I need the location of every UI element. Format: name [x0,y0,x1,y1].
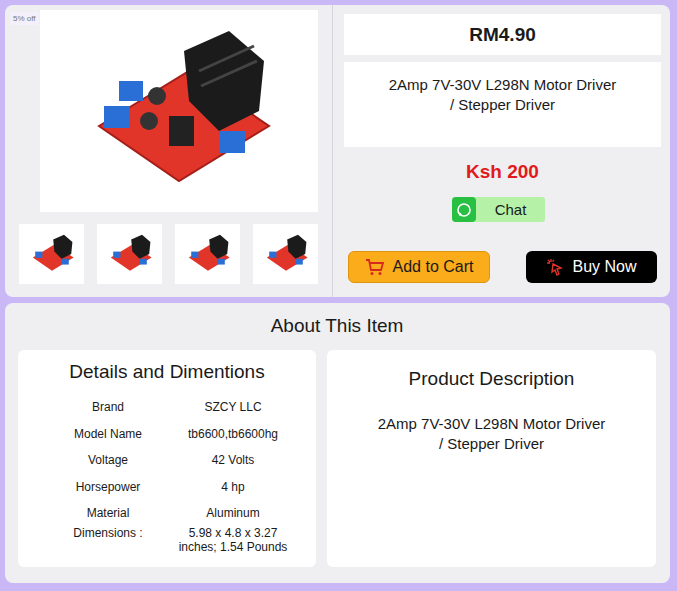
click-cursor-icon [546,258,564,276]
product-image[interactable]: 5% off [40,10,318,212]
section-title: About This Item [18,315,656,337]
thumbnail[interactable] [97,224,162,284]
local-price: Ksh 200 [344,161,661,183]
detail-label: Material [18,506,168,520]
motor-driver-board-icon [184,234,232,274]
details-card: Details and DimentionsBrandSZCY LLCModel… [18,350,316,567]
detail-value: 42 Volts [168,453,298,467]
discount-badge: 5% off [10,12,39,25]
detail-value: tb6600,tb6600hg [168,427,298,441]
divider [332,5,333,297]
product-page: 5% off RM4.90 2Amp 7V-30V L298N Motor Driv… [0,0,677,591]
cart-icon [365,258,385,276]
add-to-cart-button[interactable]: Add to Cart [348,251,490,283]
description-text: 2Amp 7V-30V L298N Motor Driver / Stepper… [377,414,607,453]
detail-value: 5.98 x 4.8 x 3.27 inches; 1.54 Pounds [168,526,298,555]
detail-row: BrandSZCY LLC [18,400,316,427]
card-title: Product Description [327,368,656,390]
motor-driver-board-icon [79,31,279,191]
detail-label: Model Name [18,427,168,441]
buy-now-button[interactable]: Buy Now [526,251,657,283]
detail-label: Brand [18,400,168,414]
detail-label: Horsepower [18,480,168,494]
motor-driver-board-icon [106,234,154,274]
detail-row: Horsepower4 hp [18,480,316,507]
price: RM4.90 [344,14,661,55]
detail-value: SZCY LLC [168,400,298,414]
detail-value: Aluminum [168,506,298,520]
thumbnail[interactable] [19,224,84,284]
detail-value: 4 hp [168,480,298,494]
gallery: 5% off [5,5,332,297]
description-card: Product Description 2Amp 7V-30V L298N Mot… [327,350,656,567]
detail-label: Dimensions : [18,526,168,540]
motor-driver-board-icon [28,234,76,274]
about-section: About This Item Details and Dimentions Bra… [5,303,670,583]
thumbnail[interactable] [253,224,318,284]
thumbnail-row [19,224,332,284]
detail-row: Voltage42 Volts [18,453,316,480]
card-title: Details and Dimentions [18,361,316,383]
detail-row: Model Nametb6600,tb6600hg [18,427,316,454]
detail-label: Voltage [18,453,168,467]
purchase-panel: RM4.90 2Amp 7V-30V L298N Motor Driver / S… [333,5,670,297]
product-card: 5% off RM4.90 2Amp 7V-30V L298N Motor Driv… [5,5,670,297]
detail-row: Dimensions :5.98 x 4.8 x 3.27 inches; 1.… [18,526,316,555]
product-title: 2Amp 7V-30V L298N Motor Driver / Stepper… [344,62,661,147]
whatsapp-icon [452,197,476,222]
thumbnail[interactable] [175,224,240,284]
chat-button[interactable]: Chat [452,197,545,222]
motor-driver-board-icon [262,234,310,274]
